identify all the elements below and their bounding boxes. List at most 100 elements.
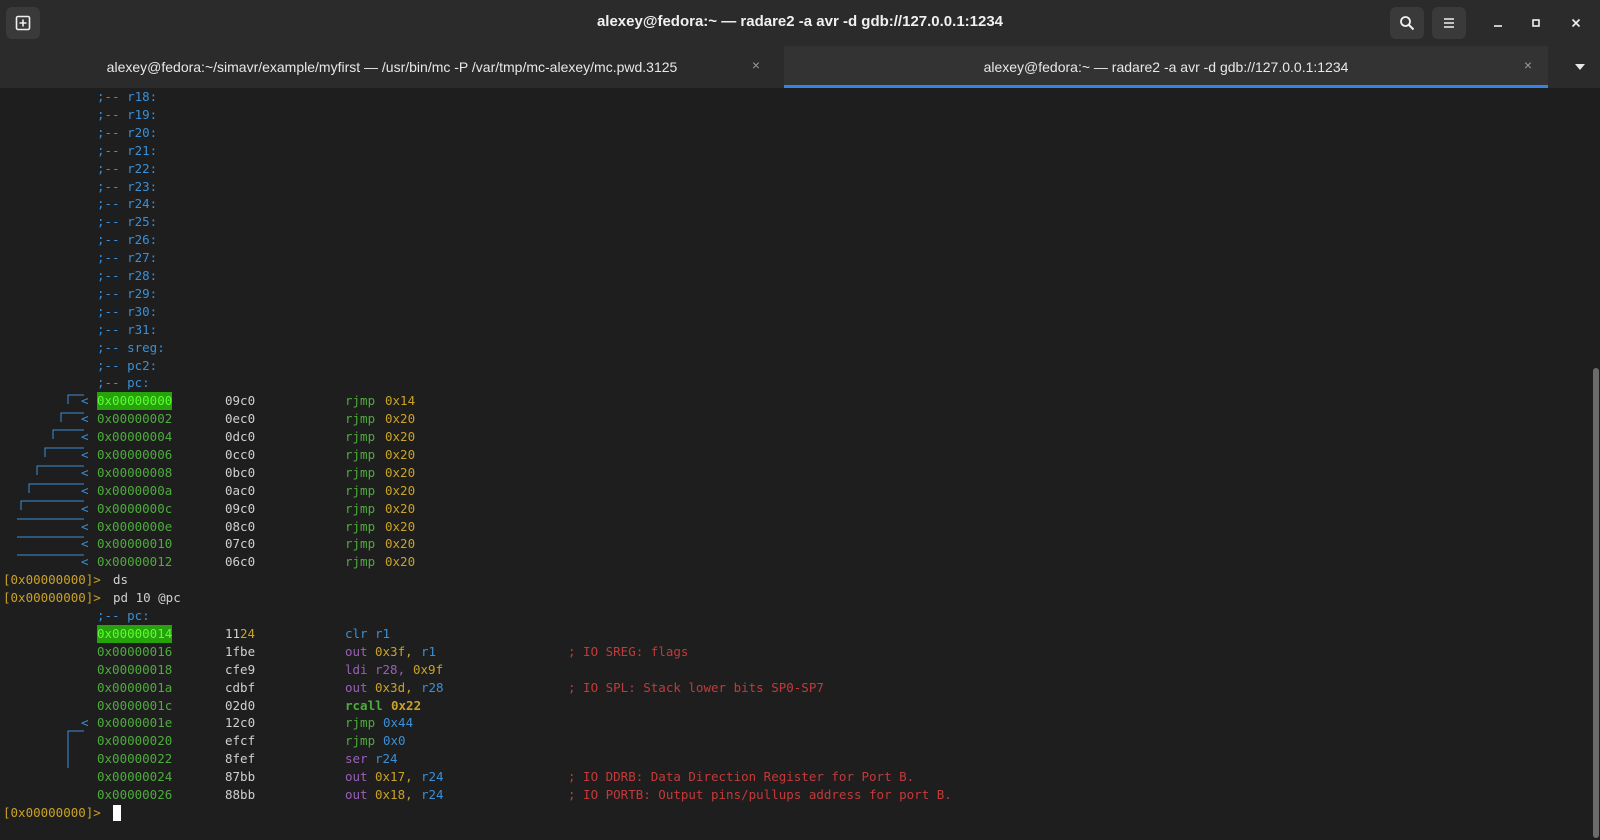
operand: 0x22 [391,698,422,713]
jump-arrows [17,394,84,768]
operand: 0x20 [385,447,416,462]
tab-close-icon[interactable]: × [1524,57,1532,73]
address: 0x00000026 [97,787,173,802]
mnemonic: rjmp [345,715,376,730]
search-icon [1400,16,1415,31]
address: 0x00000004 [97,429,173,444]
flag-label: ;-- r28: [97,268,158,283]
flag-label: ;-- pc2: [97,358,158,373]
operand: r28 [421,680,444,695]
opcode-bytes-changed: 24 [240,626,256,641]
maximize-button[interactable] [1524,11,1548,35]
mnemonic: rjmp [345,536,376,551]
mnemonic: rjmp [345,411,376,426]
mnemonic: out [345,680,368,695]
mnemonic: ser [345,751,368,766]
opcode-bytes: 06c0 [225,554,256,569]
opcode-bytes: 12c0 [225,715,256,730]
flag-label: ;-- r21: [97,143,158,158]
search-button[interactable] [1390,7,1424,39]
minimize-icon [1494,25,1502,27]
close-icon [1571,18,1581,28]
command: pd 10 @pc [113,590,181,605]
tab-mc[interactable]: alexey@fedora:~/simavr/example/myfirst —… [8,46,776,88]
address: 0x00000020 [97,733,173,748]
address: 0x0000000e [97,519,173,534]
opcode-bytes: 08c0 [225,519,256,534]
terminal-scrollbar[interactable] [1592,88,1600,840]
operand: r24 [375,751,398,766]
mnemonic: rjmp [345,733,376,748]
opcode-bytes: 09c0 [225,501,256,516]
mnemonic: rjmp [345,447,376,462]
mnemonic: rjmp [345,465,376,480]
flag-label: ;-- r22: [97,161,158,176]
mnemonic: out [345,644,368,659]
operand: 0x20 [385,536,416,551]
address: 0x00000016 [97,644,173,659]
tab-label: alexey@fedora:~ — radare2 -a avr -d gdb:… [983,59,1349,75]
operand: 0x14 [385,393,416,408]
opcode-bytes: efcf [225,733,256,748]
operand: r28, [375,662,406,677]
tab-radare2[interactable]: alexey@fedora:~ — radare2 -a avr -d gdb:… [784,46,1548,88]
title-bar: alexey@fedora:~ — radare2 -a avr -d gdb:… [0,0,1600,46]
opcode-bytes: 0ec0 [225,411,256,426]
opcode-bytes: 87bb [225,769,256,784]
opcode-bytes: 0cc0 [225,447,256,462]
maximize-icon [1532,19,1540,27]
address: 0x00000006 [97,447,173,462]
operand: r24 [421,787,444,802]
mnemonic: rcall [345,698,383,713]
flag-label: ;-- r23: [97,179,158,194]
comment: ; IO DDRB: Data Direction Register for P… [568,769,915,784]
opcode-bytes: cdbf [225,680,256,695]
mnemonic: clr [345,626,368,641]
opcode-bytes: 0dc0 [225,429,256,444]
opcode-bytes: 0bc0 [225,465,256,480]
opcode-bytes: 88bb [225,787,256,802]
address: 0x0000001e [97,715,173,730]
operand: r1 [375,626,391,641]
flag-label: ;-- r26: [97,232,158,247]
flag-label: ;-- r29: [97,286,158,301]
mnemonic: ldi [345,662,368,677]
mnemonic: out [345,769,368,784]
mnemonic: rjmp [345,429,376,444]
opcode-bytes: 1fbe [225,644,256,659]
address: 0x00000012 [97,554,173,569]
terminal-output[interactable]: ;-- r18: ;-- r19: ;-- r20: ;-- r21: ;-- r22:… [0,88,1592,840]
opcode-bytes: 02d0 [225,698,256,713]
flag-label: ;-- r30: [97,304,158,319]
close-window-button[interactable] [1564,11,1588,35]
operand: r1 [421,644,437,659]
opcode-bytes: 11 [225,626,241,641]
address: 0x00000000 [97,392,173,410]
minimize-button[interactable] [1486,11,1510,35]
operand: 0x20 [385,411,416,426]
address: 0x00000002 [97,411,173,426]
flag-label: ;-- r27: [97,250,158,265]
mnemonic: out [345,787,368,802]
operand: 0x3d, [375,680,413,695]
tab-bar: alexey@fedora:~/simavr/example/myfirst —… [0,46,1600,88]
mnemonic: rjmp [345,519,376,534]
address: 0x0000001c [97,698,173,713]
address: 0x00000008 [97,465,173,480]
scrollbar-thumb[interactable] [1593,368,1599,838]
comment: ; IO SREG: flags [568,644,689,659]
terminal-cursor [113,805,121,821]
address: 0x00000010 [97,536,173,551]
mnemonic: rjmp [345,393,376,408]
tab-close-icon[interactable]: × [752,57,760,73]
operand: 0x17, [375,769,413,784]
tab-list-dropdown[interactable] [1574,60,1586,74]
flag-label: ;-- pc: [97,608,150,623]
flag-label: ;-- sreg: [97,340,165,355]
opcode-bytes: cfe9 [225,662,256,677]
menu-button[interactable] [1432,7,1466,39]
window-title: alexey@fedora:~ — radare2 -a avr -d gdb:… [596,13,1004,30]
mnemonic: rjmp [345,554,376,569]
flag-label: ;-- r31: [97,322,158,337]
operand: 0x20 [385,483,416,498]
